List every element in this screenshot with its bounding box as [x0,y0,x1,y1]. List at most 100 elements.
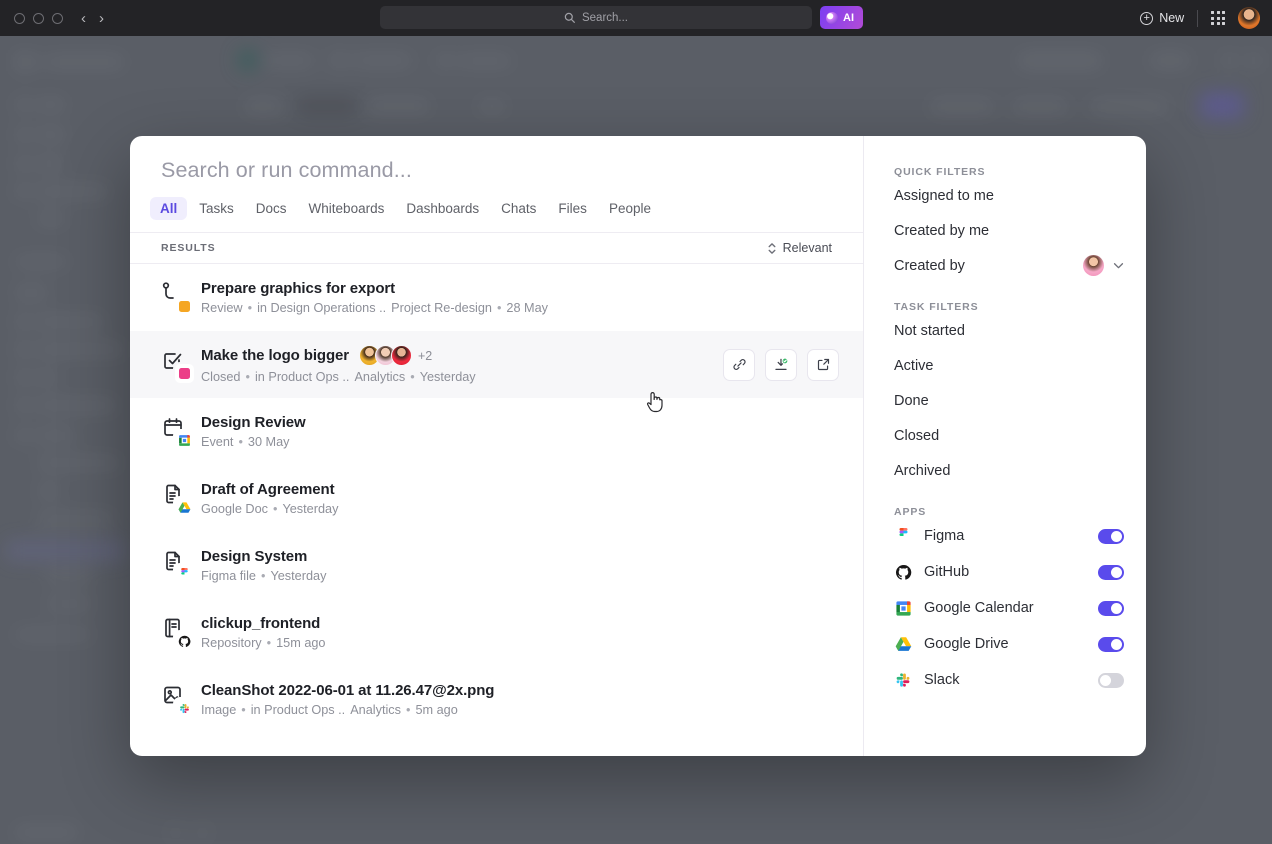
result-row-prepare-graphics-for-export[interactable]: Prepare graphics for export Review • in De… [130,264,863,331]
maximize-window-button[interactable] [52,12,63,24]
assignee-avatars[interactable]: +2 [359,345,432,366]
filter-done[interactable]: Done [864,383,1146,418]
status-badge [175,363,194,383]
result-date: Yesterday [419,370,476,384]
ai-button[interactable]: AI [820,6,863,29]
result-meta: Figma file • Yesterday [201,569,327,583]
result-row-cleanshot-image[interactable]: CleanShot 2022-06-01 at 11.26.47@2x.png … [130,666,863,733]
result-location: in Product Ops .. [254,370,350,384]
result-title: Draft of Agreement [201,481,335,498]
open-in-new-button[interactable] [807,348,839,381]
result-text: Design Review Event • 30 May [201,414,306,449]
filter-active[interactable]: Active [864,348,1146,383]
app-toggle-google-drive[interactable] [1098,636,1124,652]
tab-people[interactable]: People [599,197,661,220]
tab-dashboards[interactable]: Dashboards [396,197,489,220]
result-row-design-system[interactable]: Design System Figma file • Yesterday [130,532,863,599]
back-icon[interactable]: ‹ [81,11,86,26]
avatar[interactable] [1238,7,1260,29]
result-title-text: Make the logo bigger [201,347,350,364]
merge-task-button[interactable] [765,348,797,381]
task-subtask-icon [161,281,201,316]
document-icon [161,482,201,517]
result-meta: Event • 30 May [201,435,290,449]
app-label: Slack [924,672,960,688]
app-row-github[interactable]: GitHub [864,554,1146,590]
global-search-input[interactable]: Search... [380,6,812,29]
app-row-figma[interactable]: Figma [864,518,1146,554]
filter-not-started[interactable]: Not started [864,313,1146,348]
app-toggle-github[interactable] [1098,564,1124,580]
filter-assigned-to-me[interactable]: Assigned to me [864,178,1146,213]
result-text: clickup_frontend Repository • 15m ago [201,615,325,650]
github-icon [894,563,912,581]
result-list: Project Re-design [391,301,492,315]
new-button[interactable]: + New [1140,11,1184,25]
tab-all[interactable]: All [150,197,188,220]
tab-chats[interactable]: Chats [491,197,546,220]
tab-docs[interactable]: Docs [246,197,297,220]
filter-tabs: All Tasks Docs Whiteboards Dashboards Ch… [130,183,863,220]
filter-closed[interactable]: Closed [864,418,1146,453]
filter-archived[interactable]: Archived [864,453,1146,488]
command-search-input[interactable]: Search or run command... [161,158,832,183]
avatar[interactable] [1083,255,1104,276]
filters-sidebar: QUICK FILTERS Assigned to me Created by … [863,136,1146,756]
minimize-window-button[interactable] [33,12,44,24]
google-drive-icon [175,497,194,517]
slack-icon [175,698,194,718]
tab-tasks[interactable]: Tasks [189,197,244,220]
tab-whiteboards[interactable]: Whiteboards [299,197,395,220]
filter-label: Not started [894,322,965,339]
result-date: 5m ago [415,703,458,717]
result-title: clickup_frontend [201,615,321,632]
close-window-button[interactable] [14,12,25,24]
result-row-clickup-frontend[interactable]: clickup_frontend Repository • 15m ago [130,599,863,666]
assignee-overflow-count: +2 [418,348,433,363]
figma-icon [175,564,194,584]
result-location: in Design Operations .. [257,301,387,315]
assignee-avatar[interactable] [391,345,413,366]
forward-icon[interactable]: › [99,11,104,26]
tab-files[interactable]: Files [548,197,597,220]
sort-control[interactable]: Relevant [767,241,832,255]
filter-created-by-me[interactable]: Created by me [864,213,1146,248]
app-label: Google Calendar [924,600,1034,616]
apps-grid-icon[interactable] [1211,11,1225,25]
app-toggle-figma[interactable] [1098,528,1124,544]
app-row-slack[interactable]: Slack [864,662,1146,698]
new-button-label: New [1159,11,1185,25]
command-search-row[interactable]: Search or run command... [130,136,863,183]
result-type: Image [201,703,237,717]
app-row-google-calendar[interactable]: Google Calendar [864,590,1146,626]
result-status: Closed [201,370,241,384]
results-label: RESULTS [161,242,216,254]
results-header: RESULTS Relevant [130,232,863,264]
sort-label: Relevant [782,241,832,255]
app-toggle-google-calendar[interactable] [1098,600,1124,616]
result-meta: Review • in Design Operations .. Project Re… [201,301,549,315]
result-row-draft-of-agreement[interactable]: Draft of Agreement Google Doc • Yesterday [130,465,863,532]
app-toggle-slack[interactable] [1098,672,1124,688]
copy-link-button[interactable] [723,348,755,381]
filter-label: Closed [894,427,940,444]
result-row-design-review[interactable]: Design Review Event • 30 May [130,398,863,465]
chevron-down-icon[interactable] [1113,260,1124,272]
result-row-make-the-logo-bigger[interactable]: Make the logo bigger +2 Closed • in Produc… [130,331,863,398]
filter-label: Created by [894,257,965,274]
calendar-icon [161,415,201,450]
window-controls[interactable] [14,12,63,24]
nav-arrows[interactable]: ‹ › [81,11,104,26]
repository-icon [161,616,201,651]
result-list: Analytics [354,370,406,384]
result-location: in Product Ops .. [250,703,346,717]
plus-icon: + [1140,11,1154,25]
app-row-google-drive[interactable]: Google Drive [864,626,1146,662]
result-title: Make the logo bigger +2 [201,345,476,366]
status-badge [175,296,194,316]
document-icon [161,549,201,584]
filter-created-by[interactable]: Created by [864,248,1146,283]
result-title: Design Review [201,414,306,431]
ai-orb-icon [826,11,838,24]
created-by-value[interactable] [1083,255,1124,276]
